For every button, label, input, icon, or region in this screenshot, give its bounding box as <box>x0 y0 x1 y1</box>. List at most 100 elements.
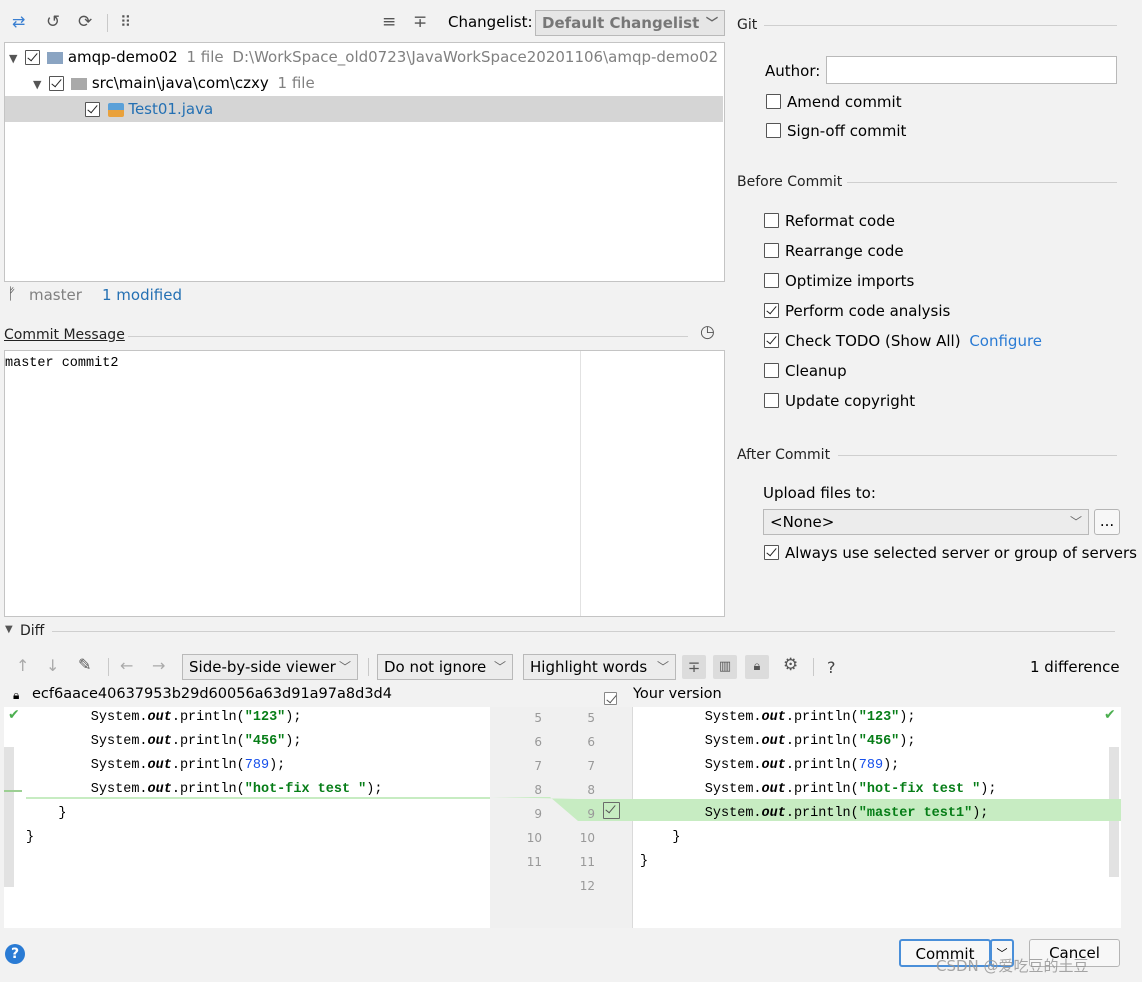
tree-row-file[interactable]: Test01.java <box>5 96 723 122</box>
left-line-number: 9 <box>534 807 542 821</box>
root-checkbox[interactable] <box>25 50 41 65</box>
move-to-changelist-icon[interactable]: ⇄ <box>12 12 25 32</box>
git-title: Git <box>737 17 758 33</box>
root-name: amqp-demo02 <box>67 48 178 66</box>
diff-title[interactable]: Diff <box>20 623 44 639</box>
highlight-select[interactable]: Highlight words ﹀ <box>523 654 676 680</box>
commit-message-text[interactable]: master commit2 <box>5 356 118 371</box>
file-checkbox[interactable] <box>84 102 100 117</box>
left-code-line: System.out.println("456"); <box>26 734 302 749</box>
lock-icon[interactable]: 🔒︎ <box>745 655 769 679</box>
modified-count[interactable]: 1 modified <box>102 286 182 304</box>
rollback-icon[interactable]: ↺ <box>46 12 60 32</box>
toolbar-separator <box>107 14 108 32</box>
chevron-down-icon: ﹀ <box>656 660 669 674</box>
rearrange-checkbox[interactable] <box>764 242 779 258</box>
changelist-select-value: Default Changelist <box>542 14 700 32</box>
right-code-line: System.out.println("123"); <box>640 710 916 725</box>
back-arrow-icon[interactable]: ← <box>120 656 133 675</box>
optimize-checkbox[interactable] <box>764 272 779 288</box>
author-input[interactable] <box>826 56 1117 84</box>
dir-checkbox[interactable] <box>49 76 65 91</box>
tree-row-root[interactable]: ▼ amqp-demo02 1 file D:\WorkSpace_old072… <box>9 44 718 70</box>
optimize-imports-option[interactable]: Optimize imports <box>764 270 914 292</box>
forward-arrow-icon[interactable]: → <box>152 656 165 675</box>
gear-icon[interactable]: ⚙ <box>783 655 798 675</box>
signoff-checkbox[interactable] <box>766 122 781 138</box>
java-file-icon <box>107 102 124 117</box>
ignore-select[interactable]: Do not ignore ﹀ <box>377 654 513 680</box>
collapse-triangle-icon[interactable]: ▼ <box>5 624 13 635</box>
left-line-number: 10 <box>526 831 542 845</box>
amend-checkbox[interactable] <box>766 93 781 109</box>
copyright-checkbox[interactable] <box>764 392 779 408</box>
todo-checkbox[interactable] <box>764 332 779 348</box>
left-code-line: System.out.println("hot-fix test "); <box>26 782 383 797</box>
cleanup-option[interactable]: Cleanup <box>764 360 847 382</box>
before-commit-title: Before Commit <box>737 174 843 190</box>
chevron-down-icon: ﹀ <box>1069 515 1082 529</box>
collapse-unchanged-icon[interactable]: ∓ <box>682 655 706 679</box>
history-clock-icon[interactable]: ◷ <box>700 322 715 342</box>
upload-select[interactable]: <None> ﹀ <box>763 509 1089 535</box>
right-margin-guide <box>580 351 581 616</box>
collapse-all-icon[interactable]: ∓ <box>413 12 427 32</box>
left-line-number: 7 <box>534 759 542 773</box>
rearrange-code-option[interactable]: Rearrange code <box>764 240 904 262</box>
left-code-line: System.out.println("123"); <box>26 710 302 725</box>
perform-code-analysis-option[interactable]: Perform code analysis <box>764 300 950 322</box>
update-copyright-option[interactable]: Update copyright <box>764 390 915 412</box>
reformat-code-option[interactable]: Reformat code <box>764 210 895 232</box>
diff-editor[interactable]: ✔ ✔ 5 6 7 8 9 10 11 5 6 7 8 9 10 11 12 System.out.pri… <box>4 707 1121 928</box>
right-code-line: System.out.println("hot-fix test "); <box>640 782 997 797</box>
viewer-select[interactable]: Side-by-side viewer ﹀ <box>182 654 358 680</box>
apply-change-checkbox[interactable] <box>603 802 620 819</box>
commit-message-editor[interactable]: master commit2 <box>4 350 725 617</box>
next-diff-icon[interactable]: ↓ <box>46 656 59 675</box>
highlight-select-value: Highlight words <box>530 658 648 676</box>
prev-diff-icon[interactable]: ↑ <box>16 656 29 675</box>
chevron-down-icon[interactable]: ▼ <box>33 78 41 91</box>
left-line-number: 6 <box>534 735 542 749</box>
left-scrollbar[interactable] <box>4 747 14 887</box>
left-code-line: } <box>26 830 35 845</box>
signoff-label: Sign-off commit <box>787 122 907 140</box>
always-use-option[interactable]: Always use selected server or group of s… <box>764 542 1137 564</box>
more-button[interactable]: ... <box>1094 509 1120 535</box>
upload-select-value: <None> <box>770 513 835 531</box>
amend-commit-option[interactable]: Amend commit <box>766 91 902 113</box>
changes-tree[interactable]: ▼ amqp-demo02 1 file D:\WorkSpace_old072… <box>4 42 725 282</box>
separator <box>128 336 688 337</box>
sync-scroll-icon[interactable]: ▥ <box>713 655 737 679</box>
right-line-number: 11 <box>579 855 595 869</box>
cleanup-checkbox[interactable] <box>764 362 779 378</box>
analysis-checkbox[interactable] <box>764 302 779 318</box>
edit-pencil-icon[interactable]: ✎ <box>78 655 91 674</box>
branch-name[interactable]: master <box>29 286 82 304</box>
configure-link[interactable]: Configure <box>969 332 1042 350</box>
tree-row-dir[interactable]: ▼ src\main\java\com\czxy 1 file <box>33 70 315 96</box>
right-line-number: 6 <box>587 735 595 749</box>
check-todo-option[interactable]: Check TODO (Show All) Configure <box>764 330 1042 352</box>
left-code-line: System.out.println(789); <box>26 758 286 773</box>
right-code-line: } <box>640 854 649 869</box>
file-name: Test01.java <box>128 100 214 118</box>
no-problems-check-icon: ✔ <box>8 707 20 723</box>
help-icon[interactable]: ? <box>827 658 836 677</box>
help-button[interactable]: ? <box>5 944 25 964</box>
right-code-line: System.out.println("456"); <box>640 734 916 749</box>
always-use-checkbox[interactable] <box>764 544 779 560</box>
refresh-icon[interactable]: ⟳ <box>78 12 92 32</box>
rearrange-label: Rearrange code <box>785 242 904 260</box>
right-line-number: 10 <box>579 831 595 845</box>
chevron-down-icon[interactable]: ▼ <box>9 52 17 65</box>
signoff-commit-option[interactable]: Sign-off commit <box>766 120 906 142</box>
analysis-label: Perform code analysis <box>785 302 951 320</box>
reformat-checkbox[interactable] <box>764 212 779 228</box>
changelist-select[interactable]: Default Changelist ﹀ <box>535 10 725 36</box>
left-change-marker <box>4 790 22 792</box>
group-by-icon[interactable]: ⠿ <box>120 12 131 32</box>
expand-all-icon[interactable]: ≡ <box>382 12 396 32</box>
dir-name: src\main\java\com\czxy <box>91 74 269 92</box>
include-version-checkbox[interactable] <box>604 692 617 705</box>
